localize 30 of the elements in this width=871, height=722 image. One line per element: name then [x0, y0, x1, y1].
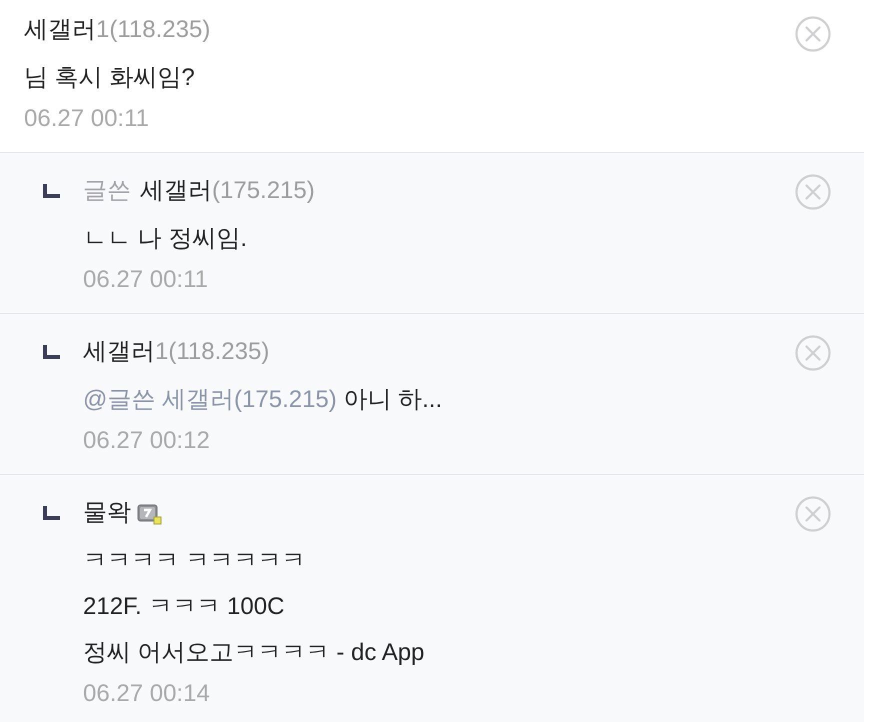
delete-button[interactable]: [795, 16, 831, 52]
reply-indent-icon: [43, 506, 60, 520]
comment-date: 06.27 00:11: [83, 265, 210, 295]
comment-date: 06.27 00:14: [83, 679, 211, 709]
delete-button[interactable]: [795, 335, 831, 371]
delete-button[interactable]: [795, 496, 831, 532]
author-name: 세갤러: [140, 176, 212, 206]
writer-label: 글쓴: [83, 176, 131, 206]
close-circle-icon: [795, 335, 831, 371]
comment-text: 님 혹시 화씨임?: [24, 63, 196, 93]
author-name: 세갤러: [24, 15, 96, 45]
ip-address: (175.215): [212, 176, 315, 206]
comment-text: ㄴㄴ 나 정씨임.: [83, 224, 248, 254]
author-name: 세갤러: [83, 337, 155, 367]
close-circle-icon: [795, 16, 831, 52]
comment-text: ㅋㅋㅋㅋ ㅋㅋㅋㅋㅋ: [83, 546, 307, 576]
comment-date: 06.27 00:11: [24, 104, 150, 134]
ip-address: 1(118.235): [96, 15, 210, 45]
mention-link[interactable]: @글쓴 세갤러(175.215): [83, 386, 337, 413]
comment-date: 06.27 00:12: [83, 426, 211, 456]
reply-indent-icon: [43, 345, 60, 359]
reply-indent-icon: [43, 184, 60, 198]
comment-text: @글쓴 세갤러(175.215) 아니 하...: [83, 385, 444, 415]
delete-button[interactable]: [795, 174, 831, 210]
close-circle-icon: [795, 496, 831, 532]
close-circle-icon: [795, 174, 831, 210]
ip-address: 1(118.235): [155, 337, 270, 367]
comment-text: 정씨 어서오고ㅋㅋㅋㅋ - dc App: [83, 638, 426, 668]
author-name: 물왁: [83, 498, 131, 528]
comment-text: 212F. ㅋㅋㅋ 100C: [83, 592, 286, 622]
